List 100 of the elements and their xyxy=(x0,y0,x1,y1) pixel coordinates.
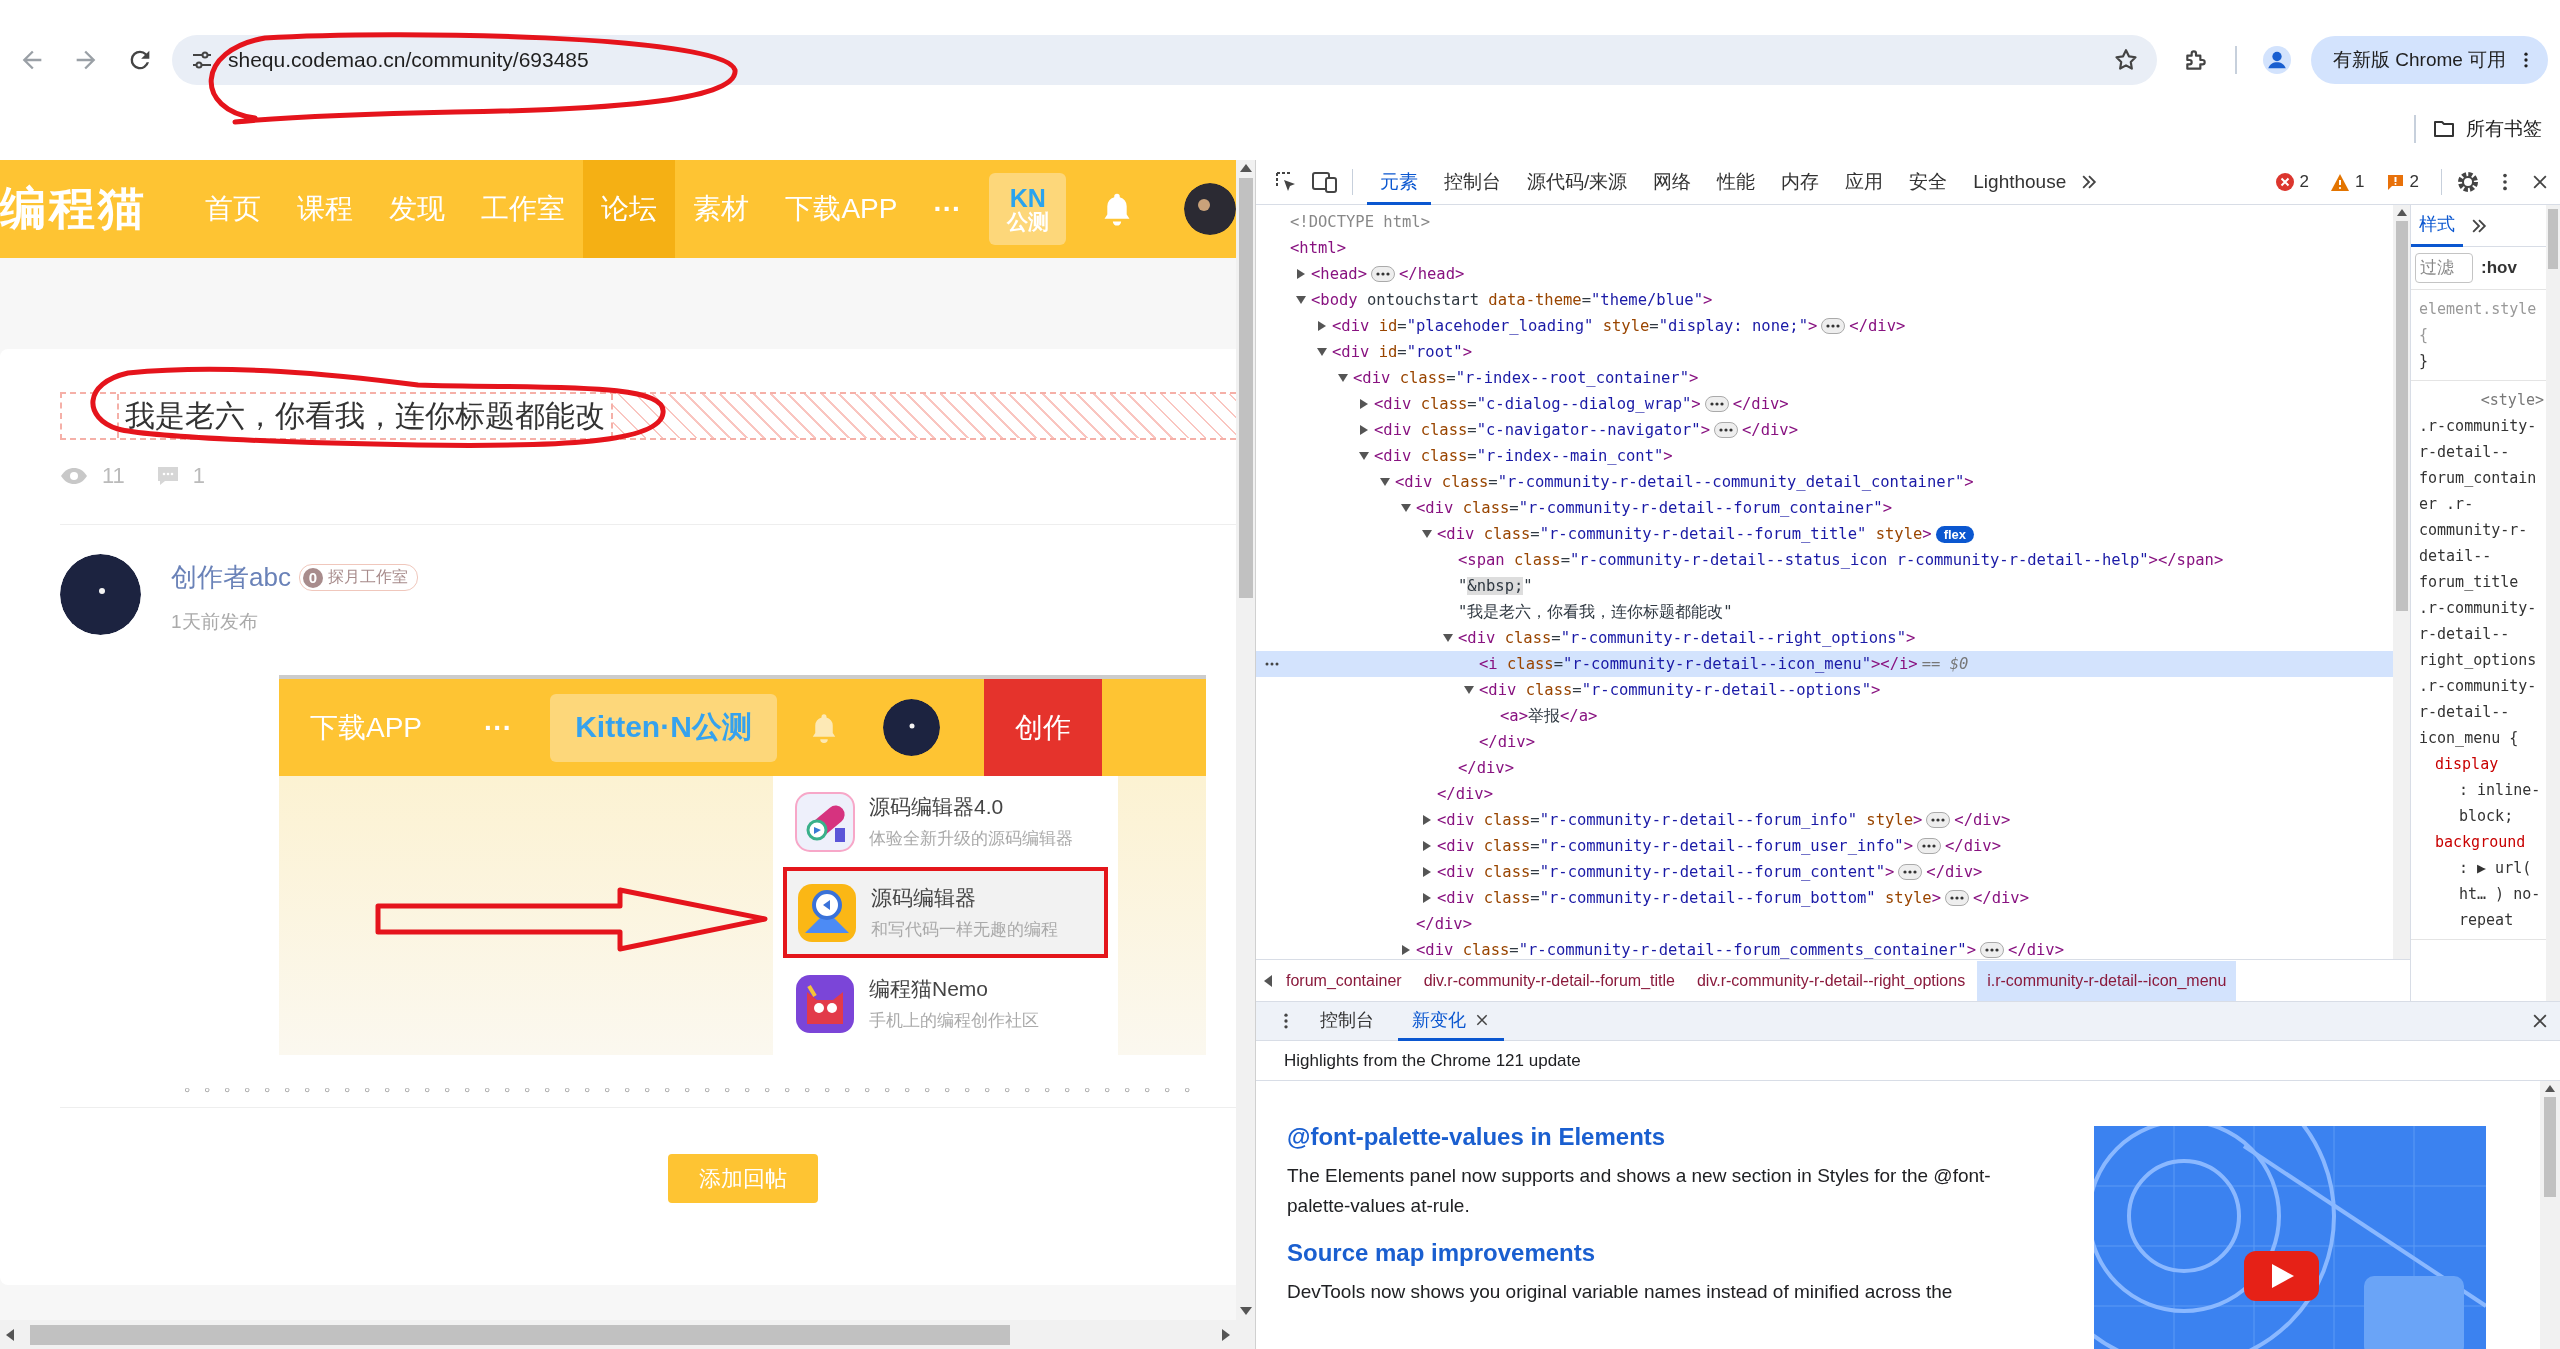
breadcrumb[interactable]: forum_container xyxy=(1276,960,1412,1001)
dom-node-markup: <div class="r-community-r-detail--forum_info" style> xyxy=(1437,811,1923,829)
dom-node-markup: <div class="r-index--root_container"> xyxy=(1353,369,1699,387)
menu-item-title: 编程猫Nemo xyxy=(869,976,990,1002)
dom-tree-row[interactable]: <head> </head> xyxy=(1256,261,2393,287)
breadcrumb[interactable]: div.r-community-r-detail--forum_title xyxy=(1413,960,1685,1001)
css-brace: } xyxy=(2419,351,2430,372)
dom-node-markup: <div class="c-dialog--dialog_wrap"> xyxy=(1374,395,1701,413)
address-bar[interactable]: shequ.codemao.cn/community/693485 xyxy=(172,35,2157,85)
dom-node-markup: <div class="r-community-r-detail--forum_comments_container"> xyxy=(1416,941,1976,959)
devtools-tab[interactable]: 应用 xyxy=(1832,159,1897,205)
dom-tree-row[interactable]: <div class="r-community-r-detail--community_detail_container"> xyxy=(1256,469,2393,495)
closing-tag: </div> xyxy=(1479,733,1535,751)
dom-node-markup: <div class="r-community-r-detail--right_options"> xyxy=(1458,629,1916,647)
dom-tree-row[interactable]: <div class="r-community-r-detail--right_options"> xyxy=(1256,625,2393,651)
menu-item-title: 源码编辑器 xyxy=(871,885,977,911)
dom-tree-row[interactable]: <i class="r-community-r-detail--icon_menu"></i> == $0 xyxy=(1256,651,2393,677)
dom-node-markup: <div class="r-index--main_cont"> xyxy=(1374,447,1673,465)
css-value: : inline-block; xyxy=(2458,780,2542,827)
devtools-tab[interactable]: 性能 xyxy=(1704,159,1769,205)
style-source-link[interactable]: <style> xyxy=(2480,387,2544,413)
drawer-tab-label[interactable]: 控制台 xyxy=(1320,1007,1374,1032)
section-heading[interactable]: @font-palette-values in Elements xyxy=(1287,1123,2046,1151)
css-value: : ▶ url( ht… ) no-repeat xyxy=(2458,858,2542,931)
post-title: 我是老六，你看我，连你标题都能改 xyxy=(119,394,613,438)
dom-tree-row[interactable]: <div class="r-community-r-detail--forum_content"> </div> xyxy=(1256,859,2393,885)
flex-badge[interactable]: flex xyxy=(1935,525,1975,543)
drawer-tab[interactable]: 控制台 xyxy=(1306,1001,1388,1041)
dom-node-markup: <!DOCTYPE html> xyxy=(1290,213,1430,231)
breadcrumb[interactable]: i.r-community-r-detail--icon_menu xyxy=(1977,960,2237,1001)
beta-badge: Kitten·N公测 xyxy=(550,693,777,762)
devtools-tab[interactable]: 元素 xyxy=(1367,159,1431,205)
closing-tag: </div> xyxy=(1732,395,1789,413)
drawer-tab-label[interactable]: 新变化 xyxy=(1412,1007,1466,1032)
dom-tree-row[interactable]: <div class="r-index--main_cont"> xyxy=(1256,443,2393,469)
update-chrome-button[interactable]: 有新版 Chrome 可用 xyxy=(2311,36,2549,84)
closing-tag: </div> xyxy=(2007,941,2064,959)
dom-tree-row[interactable]: <div id="placehoder_loading" style="display: none;"> </div> xyxy=(1256,313,2393,339)
issue-count[interactable]: 2 xyxy=(2409,172,2419,192)
dom-tree-row[interactable]: <body ontouchstart data-theme="theme/blue"> xyxy=(1256,287,2393,313)
dom-tree-row[interactable]: "&nbsp;" xyxy=(1256,573,2393,599)
css-property: background xyxy=(2434,832,2527,853)
more-menu: ··· xyxy=(484,711,512,744)
dom-tree-row[interactable]: <div class="r-community-r-detail--forum_title" style> flex xyxy=(1256,521,2393,547)
menu-item-subtitle: 和写代码一样无趣的编程 xyxy=(871,919,1058,941)
dom-tree-row[interactable]: <html> xyxy=(1256,235,2393,261)
dom-tree-row[interactable]: <div class="r-community-r-detail--forum_info" style> </div> xyxy=(1256,807,2393,833)
devtools-tab[interactable]: 控制台 xyxy=(1431,159,1514,205)
devtools-tab[interactable]: Lighthouse xyxy=(1960,159,2080,205)
dom-tree-row[interactable]: <div class="r-community-r-detail--forum_container"> xyxy=(1256,495,2393,521)
closing-tag: </div> xyxy=(1416,915,1472,933)
drawer-tab[interactable]: 新变化 xyxy=(1398,1001,1504,1041)
dom-node-markup: "我是老六，你看我，连你标题都能改" xyxy=(1458,601,1733,623)
breadcrumb[interactable]: div.r-community-r-detail--right_options xyxy=(1686,960,1976,1001)
dom-node-markup: <div class="r-community-r-detail--forum_user_info"> xyxy=(1437,837,1913,855)
dom-tree-row[interactable]: <div class="c-navigator--navigator"> </div> xyxy=(1256,417,2393,443)
dom-node-markup: <div class="r-community-r-detail--forum_title" style> xyxy=(1437,525,1932,543)
dom-node-markup: <a>举报</a> xyxy=(1500,705,1598,727)
closing-tag: </div> xyxy=(1945,837,2001,855)
filter-field[interactable]: 过滤 xyxy=(2415,253,2473,283)
devtools-tab[interactable]: 源代码/来源 xyxy=(1514,159,1641,205)
dom-tree-row[interactable]: "我是老六，你看我，连你标题都能改" xyxy=(1256,599,2393,625)
closing-tag: </div> xyxy=(1742,421,1798,439)
dom-tree-row[interactable]: <div class="c-dialog--dialog_wrap"> </div> xyxy=(1256,391,2393,417)
dom-tree-row[interactable]: <div class="r-community-r-detail--forum_bottom" style> </div> xyxy=(1256,885,2393,911)
warning-count[interactable]: 1 xyxy=(2355,172,2365,192)
dom-tree-row[interactable]: <!DOCTYPE html> xyxy=(1256,209,2393,235)
devtools-tab[interactable]: 网络 xyxy=(1640,159,1705,205)
styles-tab[interactable]: 样式 xyxy=(2411,204,2463,247)
dom-tree-row[interactable]: <div class="r-community-r-detail--options"> xyxy=(1256,677,2393,703)
dom-tree-row[interactable]: <span class="r-community-r-detail--status_icon r-community-r-detail--help"></span> xyxy=(1256,547,2393,573)
dom-node-markup: <body ontouchstart data-theme="theme/blue"> xyxy=(1311,291,1713,309)
dom-tree-row[interactable]: <div class="r-community-r-detail--forum_comments_container"> </div> xyxy=(1256,937,2393,959)
post-body-text: 。。。。。。。。。。。。。。。。。。。。。。。。。。。。。。。。。。。。。。。。。。。。。。。。。。。 xyxy=(183,1071,1204,1096)
closing-tag: </div> xyxy=(1973,889,2029,907)
dom-tree-row[interactable]: <div id="root"> xyxy=(1256,339,2393,365)
dom-node-markup: <div class="r-community-r-detail--community_detail_container"> xyxy=(1395,473,1974,491)
closing-tag: </head> xyxy=(1399,265,1465,283)
whats-new-header: Highlights from the Chrome 121 update xyxy=(1256,1041,2560,1081)
error-count[interactable]: 2 xyxy=(2299,172,2310,192)
author-name[interactable]: 创作者abc xyxy=(171,560,291,595)
dom-node-markup: <span class="r-community-r-detail--status_icon r-community-r-detail--help"></span> xyxy=(1458,551,2224,569)
dom-tree-row[interactable]: <div class="r-index--root_container"> xyxy=(1256,365,2393,391)
devtools-tab[interactable]: 内存 xyxy=(1768,159,1833,205)
section-text: DevTools now shows you original variable names instead of minified across the xyxy=(1287,1280,1954,1304)
section-heading[interactable]: Source map improvements xyxy=(1287,1239,2046,1267)
devtools-tab[interactable]: 安全 xyxy=(1896,159,1961,205)
badge-text: 公测 xyxy=(1006,211,1049,234)
comment-count: 1 xyxy=(192,463,206,489)
dom-node-markup: <i class="r-community-r-detail--icon_menu"></i> xyxy=(1479,655,1918,673)
dom-node-markup: <div class="r-community-r-detail--forum_container"> xyxy=(1416,499,1892,517)
hover-state-toggle[interactable]: :hov xyxy=(2481,258,2517,278)
closing-tag: </div> xyxy=(1849,317,1906,335)
menu-item-subtitle: 手机上的编程创作社区 xyxy=(869,1010,1039,1032)
dom-tree-row[interactable]: <a>举报</a> xyxy=(1256,703,2393,729)
dom-node-markup: <div id="root"> xyxy=(1332,343,1473,361)
post-time: 1天前发布 xyxy=(171,610,259,634)
dom-node-markup: <div id="placehoder_loading" style="display: none;"> xyxy=(1332,317,1818,335)
bookmarks-folder[interactable]: 所有书签 xyxy=(2432,116,2542,142)
dom-tree-row[interactable]: <div class="r-community-r-detail--forum_user_info"> </div> xyxy=(1256,833,2393,859)
